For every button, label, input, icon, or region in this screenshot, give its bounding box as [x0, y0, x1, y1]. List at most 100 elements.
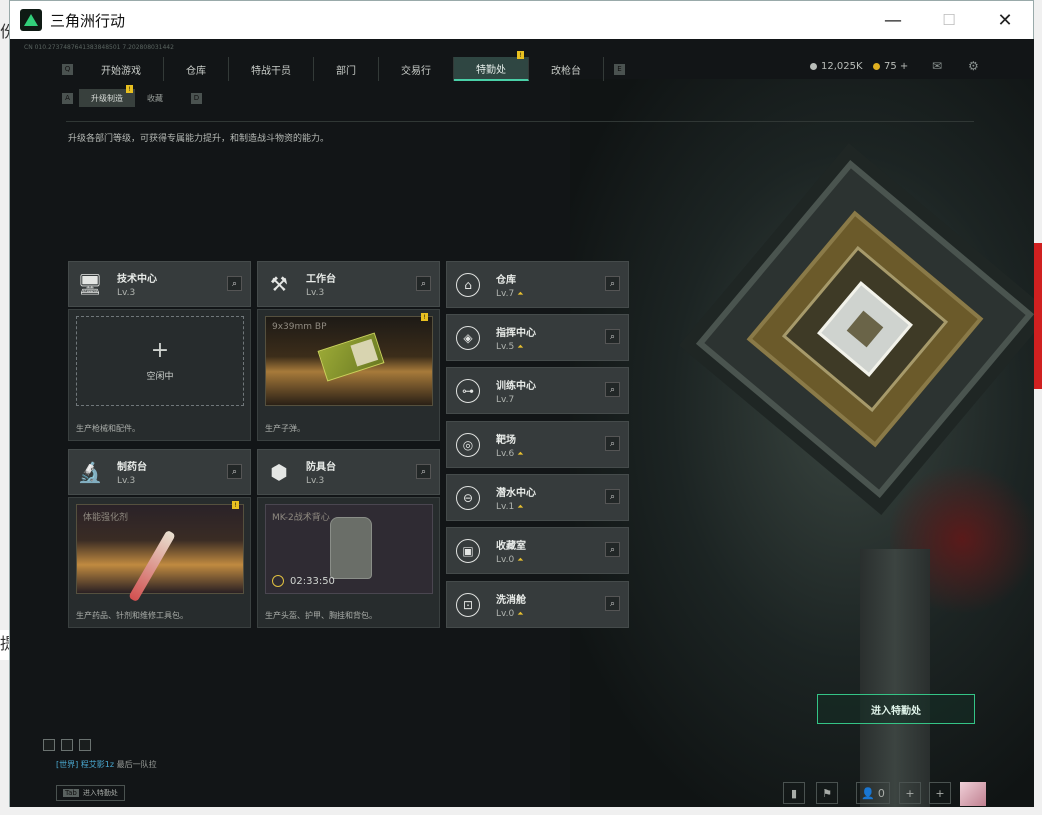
- chat-user[interactable]: 程艾影1z: [81, 760, 114, 769]
- department-level: Lv.1: [496, 501, 515, 512]
- search-icon[interactable]: ⌕: [227, 464, 242, 479]
- add-icon[interactable]: +: [929, 782, 951, 804]
- trophy-case-icon: ▣: [456, 538, 480, 563]
- product-name: 体能强化剂: [83, 513, 129, 523]
- department-diving-center[interactable]: ⊖ 潜水中心 Lv.1 ⏶ ⌕: [446, 474, 629, 521]
- department-warehouse[interactable]: ⌂ 仓库 Lv.7 ⏶ ⌕: [446, 261, 629, 308]
- alert-badge: !: [232, 501, 239, 509]
- subnav-prev-key[interactable]: A: [62, 92, 73, 104]
- department-level: Lv.7: [496, 394, 515, 405]
- workshop-workbench-slot-panel: 9x39mm BP ! 生产子弹。: [257, 309, 440, 441]
- search-icon[interactable]: ⌕: [605, 542, 620, 557]
- settings-gear-icon[interactable]: ⚙: [968, 60, 982, 72]
- background-window-text: 份: [0, 22, 9, 40]
- search-icon[interactable]: ⌕: [605, 276, 620, 291]
- nav-prev-key[interactable]: Q: [62, 63, 73, 75]
- timer-value: 02:33:50: [290, 575, 335, 587]
- ammo-box-icon: [317, 332, 385, 382]
- nav-next-key[interactable]: E: [614, 63, 625, 75]
- tab-operators[interactable]: 特战干员: [229, 57, 314, 81]
- workshop-pharmacy-header[interactable]: 🔬 制药台 Lv.3 ⌕: [68, 449, 251, 495]
- add-icon[interactable]: +: [899, 782, 921, 804]
- avatar[interactable]: [960, 782, 986, 806]
- tab-gunsmith[interactable]: 改枪台: [529, 57, 604, 81]
- department-name: 收藏室: [496, 540, 526, 552]
- department-training-center[interactable]: ⊶ 训练中心 Lv.7 ⌕: [446, 367, 629, 414]
- workshop-workbench-header[interactable]: ⚒ 工作台 Lv.3 ⌕: [257, 261, 440, 307]
- workshop-description: 生产头盔、护甲、胸挂和背包。: [265, 611, 377, 620]
- flag-icon[interactable]: ⚑: [816, 782, 838, 804]
- alert-badge: !: [517, 51, 524, 59]
- production-slot-idle[interactable]: + 空闲中: [76, 316, 244, 406]
- upgrade-arrow-icon: ⏶: [517, 341, 524, 351]
- subtab-favorites[interactable]: 收藏: [135, 89, 175, 107]
- search-icon[interactable]: ⌕: [416, 276, 431, 291]
- production-slot-active[interactable]: MK-2战术背心 02:33:50: [265, 504, 433, 594]
- maximize-button[interactable]: ☐: [921, 1, 977, 39]
- app-window: 三角洲行动 — ☐ ✕ CN 010.2737487641383848501 7…: [9, 0, 1034, 807]
- workshop-armor-header[interactable]: ⬢ 防具台 Lv.3 ⌕: [257, 449, 440, 495]
- tab-start-game[interactable]: 开始游戏: [79, 57, 164, 81]
- upgrade-arrow-icon: ⏶: [517, 288, 524, 298]
- workshop-level: Lv.3: [117, 476, 136, 486]
- title-bar: 三角洲行动 — ☐ ✕: [10, 1, 1033, 39]
- subnav-next-key[interactable]: D: [191, 92, 202, 104]
- production-slot-active[interactable]: 9x39mm BP !: [265, 313, 433, 406]
- currency-secondary[interactable]: 75 +: [873, 61, 908, 72]
- minimize-button[interactable]: —: [865, 1, 921, 39]
- search-icon[interactable]: ⌕: [227, 276, 242, 291]
- chat-channel-toggle[interactable]: [43, 739, 55, 751]
- upgrade-arrow-icon: ⏶: [517, 608, 524, 618]
- background-window-text: 提: [0, 630, 9, 660]
- cubes-icon: ⬢: [270, 460, 288, 484]
- close-button[interactable]: ✕: [977, 1, 1033, 39]
- search-icon[interactable]: ⌕: [605, 382, 620, 397]
- subtab-upgrade-craft[interactable]: 升级制造 !: [79, 85, 135, 107]
- workshop-description: 生产子弹。: [265, 424, 305, 433]
- search-icon[interactable]: ⌕: [416, 464, 431, 479]
- workshop-tech-center-header[interactable]: 🖥 技术中心 Lv.3 ⌕: [68, 261, 251, 307]
- delta-force-logo-icon: [20, 9, 42, 31]
- coin-icon: [810, 63, 817, 70]
- bottom-bar: [世界] 程艾影1z 最后一队拉 Tab 进入特勤处 ▮ ⚑ 👤 0 + +: [10, 739, 1034, 807]
- window-title: 三角洲行动: [50, 11, 126, 30]
- tab-warehouse[interactable]: 仓库: [164, 57, 229, 81]
- search-icon[interactable]: ⌕: [605, 329, 620, 344]
- tab-special-ops-label: 特勤处: [476, 64, 506, 76]
- workshop-description: 生产药品、针剂和维修工具包。: [76, 611, 188, 620]
- department-command-center[interactable]: ◈ 指挥中心 Lv.5 ⏶ ⌕: [446, 314, 629, 361]
- game-viewport: CN 010.2737487641383848501 7.20280803144…: [10, 39, 1034, 807]
- workshop-name: 工作台: [306, 274, 336, 285]
- tab-hint-label: 进入特勤处: [82, 789, 118, 797]
- production-slot-active[interactable]: 体能强化剂 !: [76, 501, 244, 603]
- upgrade-arrow-icon: ⏶: [517, 554, 524, 564]
- tab-departments[interactable]: 部门: [314, 57, 379, 81]
- search-icon[interactable]: ⌕: [605, 489, 620, 504]
- department-collection-room[interactable]: ▣ 收藏室 Lv.0 ⏶ ⌕: [446, 527, 629, 574]
- diving-mask-icon: ⊖: [456, 485, 480, 510]
- department-name: 潜水中心: [496, 487, 536, 499]
- dumbbell-icon: ⊶: [456, 378, 480, 403]
- department-shooting-range[interactable]: ◎ 靶场 Lv.6 ⏶ ⌕: [446, 421, 629, 468]
- product-name: MK-2战术背心: [272, 513, 330, 523]
- tab-special-ops[interactable]: 特勤处 !: [454, 51, 529, 81]
- currency-main[interactable]: 12,025K: [810, 61, 863, 72]
- background-window-edge: [1033, 243, 1042, 389]
- workshop-level: Lv.3: [117, 288, 136, 298]
- sub-navigation: A 升级制造 ! 收藏 D: [56, 85, 208, 107]
- department-level: Lv.5: [496, 341, 515, 352]
- chat-channel-toggle[interactable]: [79, 739, 91, 751]
- tactical-vest-icon: [330, 517, 372, 579]
- tab-hint[interactable]: Tab 进入特勤处: [56, 785, 125, 801]
- top-navigation: CN 010.2737487641383848501 7.20280803144…: [10, 39, 1034, 89]
- friends-button[interactable]: 👤 0: [856, 782, 890, 804]
- department-decontamination[interactable]: ⊡ 洗消舱 Lv.0 ⏶ ⌕: [446, 581, 629, 628]
- search-icon[interactable]: ⌕: [605, 596, 620, 611]
- mail-icon[interactable]: ✉: [932, 60, 946, 72]
- chat-channel-toggle[interactable]: [61, 739, 73, 751]
- enter-special-ops-button[interactable]: 进入特勤处: [817, 694, 975, 724]
- currency-secondary-value: 75 +: [884, 61, 909, 72]
- tab-trading[interactable]: 交易行: [379, 57, 454, 81]
- stats-chart-icon[interactable]: ▮: [783, 782, 805, 804]
- search-icon[interactable]: ⌕: [605, 436, 620, 451]
